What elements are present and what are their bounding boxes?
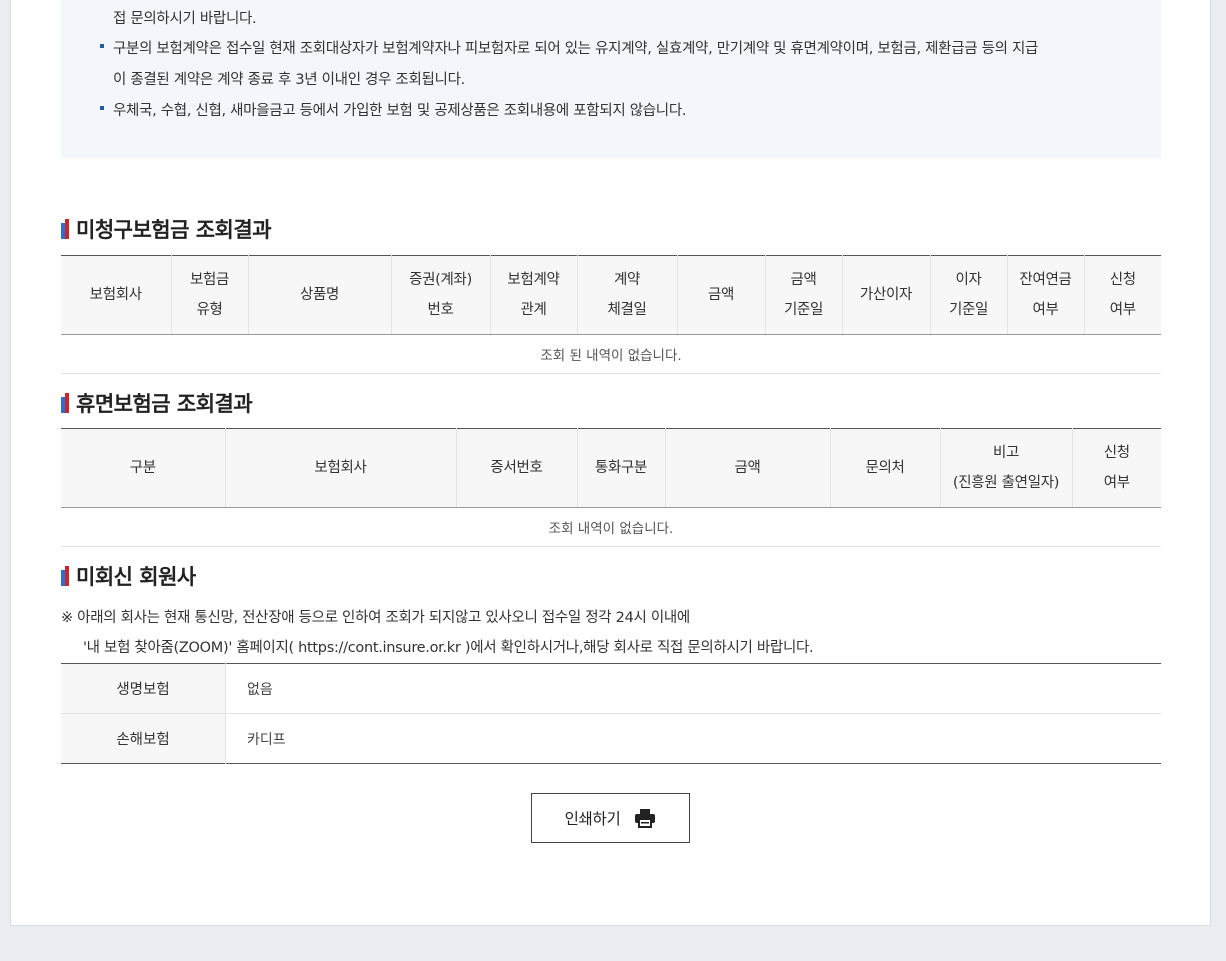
column-header: 보험금 유형 bbox=[171, 255, 249, 335]
column-header: 통화구분 bbox=[577, 428, 666, 508]
section-title-nonresponse: 미회신 회원사 bbox=[61, 561, 196, 591]
notice-line: 구분의 보험계약은 접수일 현재 조회대상자가 보험계약자나 피보험자로 되어 … bbox=[113, 41, 1039, 57]
column-header: 상품명 bbox=[248, 255, 392, 335]
column-header: 증서번호 bbox=[456, 428, 578, 508]
column-header: 증권(계좌) 번호 bbox=[391, 255, 491, 335]
nonresponse-table: 생명보험 없음 손해보험 카디프 bbox=[61, 663, 1161, 764]
unclaimed-header-row: 보험회사 보험금 유형 상품명 증권(계좌) 번호 보험계약 관계 계약 체결일 금액 금액 기준일 가산… bbox=[61, 255, 1161, 335]
print-button[interactable]: 인쇄하기 bbox=[531, 793, 690, 843]
column-header: 이자 기준일 bbox=[930, 255, 1008, 335]
table-row: 생명보험 없음 bbox=[61, 663, 1161, 714]
bullet-icon bbox=[100, 44, 104, 48]
notice-line: 이 종결된 계약은 계약 종료 후 3년 이내인 경우 조회됩니다. bbox=[113, 72, 465, 88]
column-header: 신청 여부 bbox=[1084, 255, 1161, 335]
row-value: 카디프 bbox=[225, 713, 1161, 764]
nonresponse-description: ※ 아래의 회사는 현재 통신망, 전산장애 등으로 인하여 조회가 되지않고 … bbox=[61, 610, 690, 626]
section-title-text: 미회신 회원사 bbox=[76, 565, 196, 589]
column-header: 보험회사 bbox=[61, 255, 172, 335]
printer-icon bbox=[635, 809, 656, 828]
row-label: 생명보험 bbox=[61, 663, 226, 714]
title-marker-icon bbox=[61, 393, 69, 413]
notice-line: 접 문의하시기 바랍니다. bbox=[113, 11, 257, 27]
column-header: 금액 bbox=[677, 255, 766, 335]
column-header: 잔여연금 여부 bbox=[1007, 255, 1085, 335]
row-label: 손해보험 bbox=[61, 713, 226, 764]
column-header: 보험계약 관계 bbox=[490, 255, 578, 335]
column-header: 신청 여부 bbox=[1072, 428, 1161, 508]
dormant-header-row: 구분 보험회사 증서번호 통화구분 금액 문의처 비고 (진흥원 출연일자) 신청 여부 bbox=[61, 428, 1161, 508]
column-header: 구분 bbox=[61, 428, 226, 508]
column-header: 보험회사 bbox=[225, 428, 457, 508]
empty-message: 조회 된 내역이 없습니다. bbox=[61, 334, 1161, 374]
section-title-unclaimed: 미청구보험금 조회결과 bbox=[61, 214, 272, 244]
column-header: 비고 (진흥원 출연일자) bbox=[940, 428, 1073, 508]
notice-line: 우체국, 수협, 신협, 새마을금고 등에서 가입한 보험 및 공제상품은 조회… bbox=[113, 103, 687, 119]
column-header: 금액 기준일 bbox=[765, 255, 843, 335]
row-value: 없음 bbox=[247, 681, 273, 698]
nonresponse-description: '내 보험 찾아줌(ZOOM)' 홈페이지( https://cont.insu… bbox=[83, 640, 814, 656]
column-header: 가산이자 bbox=[842, 255, 931, 335]
column-header: 금액 bbox=[665, 428, 831, 508]
unclaimed-table: 보험회사 보험금 유형 상품명 증권(계좌) 번호 보험계약 관계 계약 체결일 금액 금액 기준일 가산… bbox=[61, 255, 1161, 374]
bullet-icon bbox=[100, 106, 104, 110]
title-marker-icon bbox=[61, 219, 69, 239]
title-marker-icon bbox=[61, 566, 69, 586]
dormant-table: 구분 보험회사 증서번호 통화구분 금액 문의처 비고 (진흥원 출연일자) 신청 여부 조회 내… bbox=[61, 428, 1161, 547]
table-row: 손해보험 카디프 bbox=[61, 713, 1161, 764]
section-title-text: 휴면보험금 조회결과 bbox=[76, 392, 253, 416]
section-title-dormant: 휴면보험금 조회결과 bbox=[61, 388, 253, 418]
section-title-text: 미청구보험금 조회결과 bbox=[76, 218, 272, 242]
notice-box: 접 문의하시기 바랍니다. 구분의 보험계약은 접수일 현재 조회대상자가 보험… bbox=[61, 0, 1161, 158]
empty-message: 조회 내역이 없습니다. bbox=[61, 507, 1161, 547]
column-header: 문의처 bbox=[830, 428, 941, 508]
print-button-label: 인쇄하기 bbox=[564, 810, 621, 828]
column-header: 계약 체결일 bbox=[577, 255, 678, 335]
